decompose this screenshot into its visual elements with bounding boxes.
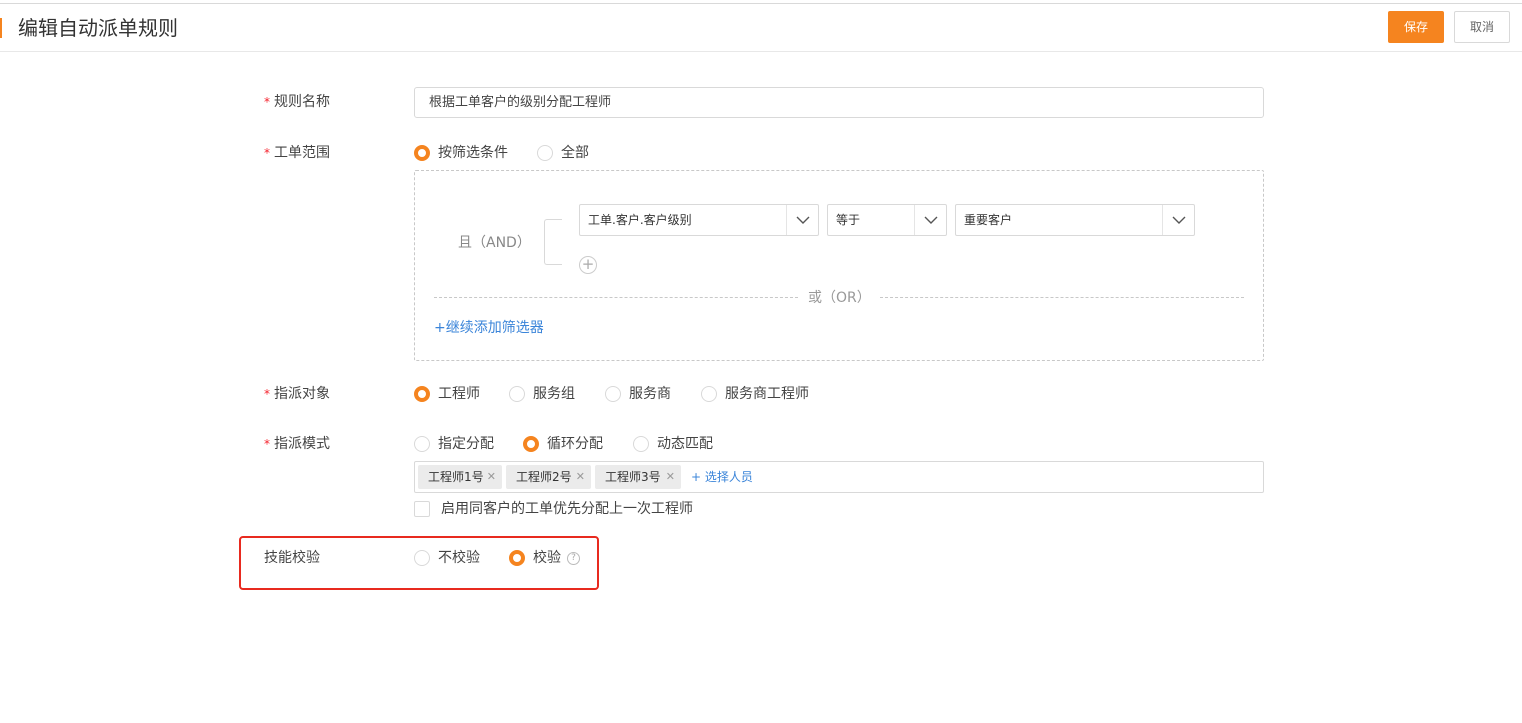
- condition-operator-select[interactable]: 等于: [827, 204, 947, 236]
- radio-checked-icon: [414, 386, 430, 402]
- chevron-down-icon: [914, 205, 946, 235]
- prefer-last-engineer-label: 启用同客户的工单优先分配上一次工程师: [441, 501, 693, 517]
- page-header: 编辑自动派单规则 保存 取消: [0, 4, 1522, 52]
- rule-name-label: * 规则名称: [264, 94, 330, 110]
- engineer-tag: 工程师2号 ✕: [506, 465, 591, 489]
- radio-unchecked-icon: [414, 436, 430, 452]
- radio-unchecked-icon: [701, 386, 717, 402]
- radio-unchecked-icon: [414, 550, 430, 566]
- prefer-last-engineer-checkbox[interactable]: [414, 501, 430, 517]
- and-bracket: [544, 219, 562, 265]
- close-icon[interactable]: ✕: [576, 465, 585, 489]
- skill-check-label: 技能校验: [264, 550, 320, 566]
- page-title: 编辑自动派单规则: [18, 16, 178, 40]
- radio-checked-icon: [523, 436, 539, 452]
- question-circle-icon[interactable]: ?: [567, 552, 580, 565]
- chevron-down-icon: [786, 205, 818, 235]
- add-person-link[interactable]: + 选择人员: [691, 465, 753, 489]
- engineer-tag-input[interactable]: 工程师1号 ✕ 工程师2号 ✕ 工程师3号 ✕ + 选择人员: [414, 461, 1264, 493]
- save-button[interactable]: 保存: [1388, 11, 1444, 43]
- assign-target-label: * 指派对象: [264, 386, 330, 402]
- radio-checked-icon: [414, 145, 430, 161]
- radio-unchecked-icon: [509, 386, 525, 402]
- engineer-tag: 工程师3号 ✕: [595, 465, 681, 489]
- scope-label: * 工单范围: [264, 145, 330, 161]
- condition-value-select[interactable]: 重要客户: [955, 204, 1195, 236]
- condition-field-select[interactable]: 工单.客户.客户级别: [579, 204, 819, 236]
- close-icon[interactable]: ✕: [666, 465, 675, 489]
- or-divider-right: [880, 297, 1244, 298]
- and-label: 且（AND）: [458, 235, 531, 251]
- title-accent-bar: [0, 18, 2, 38]
- engineer-tag: 工程师1号 ✕: [418, 465, 502, 489]
- close-icon[interactable]: ✕: [487, 465, 496, 489]
- rule-name-input[interactable]: 根据工单客户的级别分配工程师: [414, 87, 1264, 118]
- cancel-button[interactable]: 取消: [1454, 11, 1510, 43]
- radio-unchecked-icon: [633, 436, 649, 452]
- or-divider-left: [434, 297, 798, 298]
- radio-checked-icon: [509, 550, 525, 566]
- radio-unchecked-icon: [605, 386, 621, 402]
- assign-mode-label: * 指派模式: [264, 436, 330, 452]
- chevron-down-icon: [1162, 205, 1194, 235]
- add-condition-plus-icon[interactable]: +: [579, 256, 597, 274]
- add-filter-link[interactable]: +继续添加筛选器: [434, 318, 544, 338]
- radio-unchecked-icon: [537, 145, 553, 161]
- or-label: 或（OR）: [808, 290, 871, 306]
